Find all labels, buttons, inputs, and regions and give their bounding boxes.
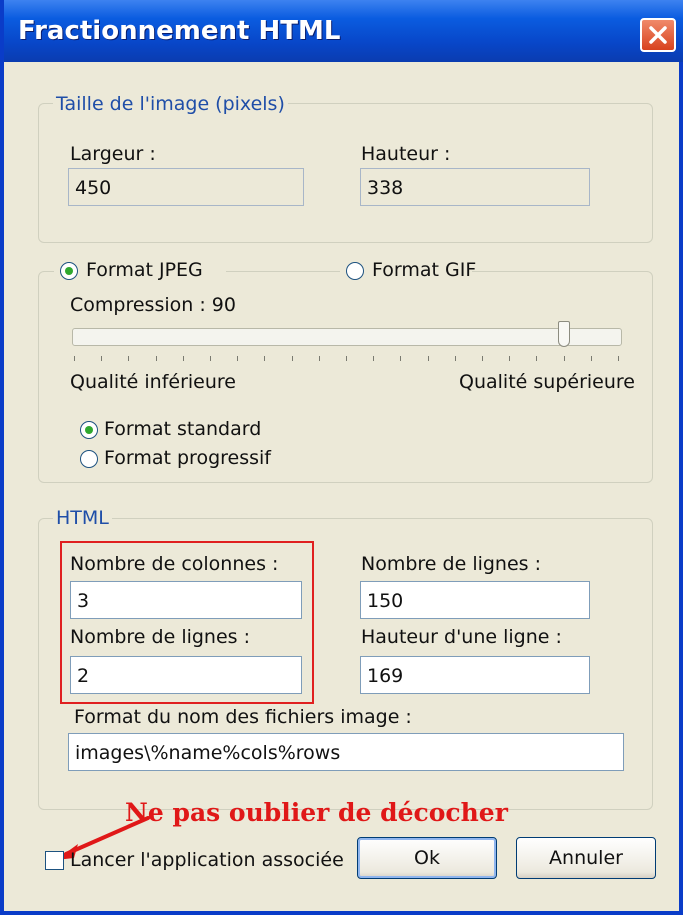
highlight-box (60, 541, 314, 704)
slider-tick (482, 356, 483, 361)
close-button[interactable] (640, 18, 676, 52)
slider-tick (373, 356, 375, 361)
jpeg-label[interactable]: Format JPEG (86, 259, 203, 281)
slider-tick (536, 356, 538, 361)
title-bar[interactable]: Fractionnement HTML (4, 0, 683, 62)
gif-label[interactable]: Format GIF (372, 259, 476, 281)
ok-button[interactable]: Ok (357, 837, 497, 879)
slider-tick (618, 356, 619, 361)
slider-tick (264, 356, 266, 361)
line-count-label: Nombre de lignes : (361, 553, 542, 575)
launch-app-label[interactable]: Lancer l'application associée (70, 849, 344, 871)
html-legend: HTML (53, 507, 112, 529)
slider-tick (509, 356, 511, 361)
height-label: Hauteur : (361, 143, 451, 165)
compression-slider-track[interactable] (72, 328, 622, 346)
cancel-button[interactable]: Annuler (516, 837, 656, 879)
launch-app-checkbox[interactable] (45, 851, 64, 870)
slider-tick (563, 356, 565, 361)
gif-radio[interactable] (346, 262, 364, 280)
filename-format-label: Format du nom des fichiers image : (74, 706, 412, 728)
slider-tick (210, 356, 211, 361)
progressive-label[interactable]: Format progressif (104, 447, 271, 469)
slider-tick (400, 356, 402, 361)
progressive-radio[interactable] (80, 450, 98, 468)
line-height-input[interactable]: 169 (360, 656, 590, 694)
quality-high-label: Qualité supérieure (459, 371, 635, 393)
image-size-legend: Taille de l'image (pixels) (53, 93, 288, 115)
standard-radio[interactable] (80, 421, 98, 439)
slider-tick (74, 356, 75, 361)
slider-tick (454, 356, 456, 361)
width-label: Largeur : (70, 143, 156, 165)
line-count-input[interactable]: 150 (360, 581, 590, 619)
filename-format-input[interactable]: images\%name%cols%rows (68, 733, 624, 771)
window-title: Fractionnement HTML (18, 16, 341, 46)
height-field: 338 (360, 168, 590, 206)
standard-label[interactable]: Format standard (104, 418, 261, 440)
slider-tick (427, 356, 429, 361)
compression-label: Compression : 90 (70, 294, 236, 316)
quality-low-label: Qualité inférieure (70, 371, 236, 393)
slider-tick (128, 356, 130, 361)
slider-tick (237, 356, 239, 361)
jpeg-radio[interactable] (60, 262, 78, 280)
slider-tick (318, 356, 320, 361)
slider-tick (155, 356, 157, 361)
close-icon (649, 26, 667, 44)
slider-tick (346, 356, 347, 361)
compression-slider-thumb[interactable] (557, 321, 570, 347)
slider-tick (101, 356, 103, 361)
slider-tick (590, 356, 592, 361)
line-height-label: Hauteur d'une ligne : (361, 626, 562, 648)
slider-tick (291, 356, 293, 361)
dialog-window: Fractionnement HTML Taille de l'image (p… (0, 0, 683, 915)
slider-tick (182, 356, 184, 361)
annotation-text: Ne pas oublier de décocher (125, 798, 508, 827)
width-field: 450 (68, 168, 304, 206)
